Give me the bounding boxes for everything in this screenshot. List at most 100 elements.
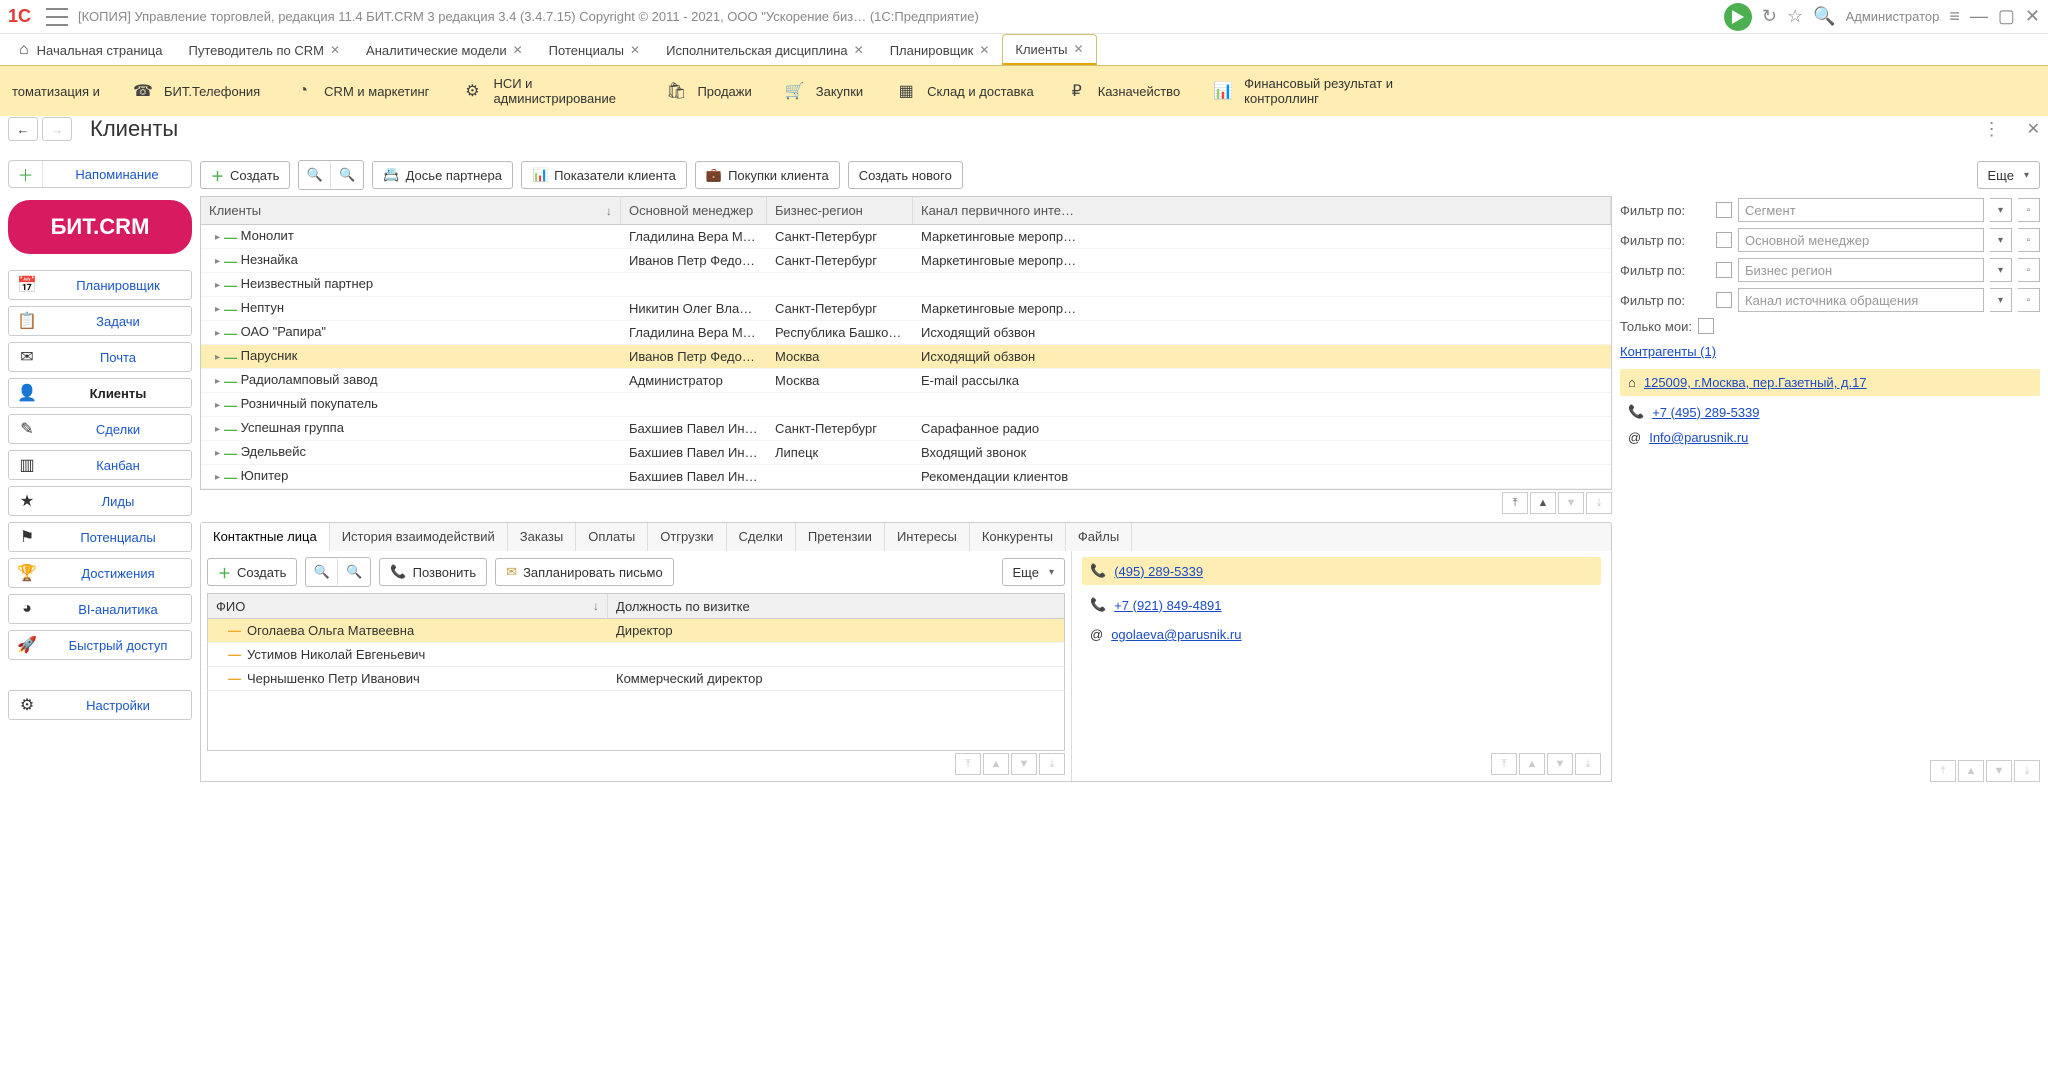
filter-region-checkbox[interactable] bbox=[1716, 262, 1732, 278]
table-row[interactable]: ▸— ОАО "Рапира"Гладилина Вера Мих…Респуб… bbox=[201, 321, 1611, 345]
plan-letter-button[interactable]: ✉Запланировать письмо bbox=[495, 558, 674, 586]
sidebar-item-quick-access[interactable]: 🚀Быстрый доступ bbox=[8, 630, 192, 660]
email-link[interactable]: ogolaeva@parusnik.ru bbox=[1111, 627, 1241, 642]
detail-tab[interactable]: Претензии bbox=[796, 523, 885, 551]
dropdown-icon[interactable]: ▾ bbox=[1990, 228, 2012, 252]
sidebar-item-leads[interactable]: ★Лиды bbox=[8, 486, 192, 516]
phone-link[interactable]: (495) 289-5339 bbox=[1114, 564, 1203, 579]
history-icon[interactable]: ↻ bbox=[1762, 6, 1777, 27]
sidebar-item-kanban[interactable]: ▥Канбан bbox=[8, 450, 192, 480]
contact-row[interactable]: — Чернышенко Петр ИвановичКоммерческий д… bbox=[207, 667, 1065, 691]
col-fio[interactable]: ФИО↓ bbox=[208, 594, 608, 618]
section-finresult[interactable]: 📊Финансовый результат и контроллинг bbox=[1212, 76, 1424, 106]
table-row[interactable]: ▸— ЮпитерБахшиев Павел Инн…Рекомендации … bbox=[201, 465, 1611, 489]
open-icon[interactable]: ▫ bbox=[2018, 288, 2040, 312]
tab-crm-guide[interactable]: Путеводитель по CRM ✕ bbox=[175, 34, 353, 65]
scroll-bottom-icon[interactable]: ⤓ bbox=[1575, 753, 1601, 775]
nav-back-button[interactable]: ← bbox=[8, 117, 38, 141]
section-automation[interactable]: томатизация и bbox=[12, 84, 100, 99]
detail-tab[interactable]: Заказы bbox=[508, 523, 576, 551]
scroll-down-icon[interactable]: ▼ bbox=[1011, 753, 1037, 775]
close-icon[interactable]: ✕ bbox=[1074, 42, 1084, 56]
filter-manager-checkbox[interactable] bbox=[1716, 232, 1732, 248]
tab-discipline[interactable]: Исполнительская дисциплина ✕ bbox=[653, 34, 877, 65]
detail-tab[interactable]: Отгрузки bbox=[648, 523, 726, 551]
close-icon[interactable]: ✕ bbox=[330, 43, 340, 57]
dropdown-icon[interactable]: ▾ bbox=[1990, 258, 2012, 282]
table-row[interactable]: ▸— НезнайкаИванов Петр Федор…Санкт-Петер… bbox=[201, 249, 1611, 273]
filter-segment-input[interactable]: Сегмент bbox=[1738, 198, 1984, 222]
create-button[interactable]: ＋Создать bbox=[200, 161, 290, 189]
only-mine-checkbox[interactable] bbox=[1698, 318, 1714, 334]
close-icon[interactable]: ✕ bbox=[854, 43, 864, 57]
scroll-top-icon[interactable]: ⤒ bbox=[1491, 753, 1517, 775]
filter-channel-checkbox[interactable] bbox=[1716, 292, 1732, 308]
contact-clear-find-button[interactable]: 🔍 bbox=[338, 558, 370, 586]
find-button[interactable]: 🔍 bbox=[299, 161, 331, 189]
open-icon[interactable]: ▫ bbox=[2018, 198, 2040, 222]
bitcrm-brand[interactable]: БИТ.CRM bbox=[8, 200, 192, 254]
scroll-top-icon[interactable]: ⤒ bbox=[1930, 760, 1956, 782]
section-sales[interactable]: 🛍Продажи bbox=[665, 80, 751, 102]
scroll-up-icon[interactable]: ▲ bbox=[983, 753, 1009, 775]
contact-find-button[interactable]: 🔍 bbox=[306, 558, 338, 586]
filter-manager-input[interactable]: Основной менеджер bbox=[1738, 228, 1984, 252]
close-window-icon[interactable]: ✕ bbox=[2025, 6, 2040, 27]
counterparties-link[interactable]: Контрагенты (1) bbox=[1620, 344, 1716, 359]
scroll-top-icon[interactable]: ⤒ bbox=[1502, 492, 1528, 514]
tab-analytic-models[interactable]: Аналитические модели ✕ bbox=[353, 34, 536, 65]
sidebar-item-settings[interactable]: ⚙Настройки bbox=[8, 690, 192, 720]
filter-segment-checkbox[interactable] bbox=[1716, 202, 1732, 218]
scroll-down-icon[interactable]: ▼ bbox=[1986, 760, 2012, 782]
section-telephony[interactable]: ☎БИТ.Телефония bbox=[132, 80, 260, 102]
reminder-button[interactable]: ＋ Напоминание bbox=[8, 160, 192, 188]
call-button[interactable]: 📞Позвонить bbox=[379, 558, 487, 586]
contact-row[interactable]: — Оголаева Ольга МатвеевнаДиректор bbox=[207, 619, 1065, 643]
detail-tab[interactable]: История взаимодействий bbox=[330, 523, 508, 551]
col-clients[interactable]: Клиенты↓ bbox=[201, 197, 621, 224]
nav-forward-button[interactable]: → bbox=[42, 117, 72, 141]
minimize-icon[interactable]: — bbox=[1970, 6, 1988, 27]
more-button[interactable]: Еще bbox=[1977, 161, 2040, 189]
sidebar-item-potentials[interactable]: ⚑Потенциалы bbox=[8, 522, 192, 552]
open-icon[interactable]: ▫ bbox=[2018, 228, 2040, 252]
section-crm-marketing[interactable]: ◔CRM и маркетинг bbox=[292, 80, 429, 102]
indicators-button[interactable]: 📊Показатели клиента bbox=[521, 161, 687, 189]
close-icon[interactable]: ✕ bbox=[630, 43, 640, 57]
tab-clients[interactable]: Клиенты ✕ bbox=[1002, 34, 1096, 65]
col-manager[interactable]: Основной менеджер bbox=[621, 197, 767, 224]
sidebar-item-mail[interactable]: ✉Почта bbox=[8, 342, 192, 372]
tab-home[interactable]: ⌂ Начальная страница bbox=[6, 34, 175, 65]
detail-tab[interactable]: Интересы bbox=[885, 523, 970, 551]
main-menu-icon[interactable] bbox=[46, 8, 68, 26]
close-icon[interactable]: ✕ bbox=[979, 43, 989, 57]
contact-row[interactable]: — Устимов Николай Евгеньевич bbox=[207, 643, 1065, 667]
col-channel[interactable]: Канал первичного инте… bbox=[913, 197, 1611, 224]
detail-tab[interactable]: Контактные лица bbox=[201, 523, 330, 552]
detail-tab[interactable]: Сделки bbox=[727, 523, 796, 551]
table-row[interactable]: ▸— МонолитГладилина Вера Мих…Санкт-Петер… bbox=[201, 225, 1611, 249]
sidebar-item-deals[interactable]: ✎Сделки bbox=[8, 414, 192, 444]
dossier-button[interactable]: 📇Досье партнера bbox=[372, 161, 513, 189]
section-warehouse[interactable]: ▦Склад и доставка bbox=[895, 80, 1034, 102]
tab-potentials[interactable]: Потенциалы ✕ bbox=[536, 34, 653, 65]
contact-create-button[interactable]: ＋Создать bbox=[207, 558, 297, 586]
phone-link[interactable]: +7 (495) 289-5339 bbox=[1652, 405, 1759, 420]
address-link[interactable]: 125009, г.Москва, пер.Газетный, д.17 bbox=[1644, 375, 1867, 390]
sidebar-item-clients[interactable]: 👤Клиенты bbox=[8, 378, 192, 408]
contacts-more-button[interactable]: Еще bbox=[1002, 558, 1065, 586]
phone-link[interactable]: +7 (921) 849-4891 bbox=[1114, 598, 1221, 613]
scroll-bottom-icon[interactable]: ⤓ bbox=[1586, 492, 1612, 514]
scroll-down-icon[interactable]: ▼ bbox=[1558, 492, 1584, 514]
table-row[interactable]: ▸— Неизвестный партнер bbox=[201, 273, 1611, 297]
section-nsi-admin[interactable]: ⚙НСИ и администрирование bbox=[461, 76, 633, 106]
favorite-icon[interactable]: ☆ bbox=[1787, 6, 1803, 27]
table-row[interactable]: ▸— Успешная группаБахшиев Павел Инн…Санк… bbox=[201, 417, 1611, 441]
table-row[interactable]: ▸— НептунНикитин Олег Влади…Санкт-Петерб… bbox=[201, 297, 1611, 321]
sidebar-item-planner[interactable]: 📅Планировщик bbox=[8, 270, 192, 300]
maximize-icon[interactable]: ▢ bbox=[1998, 6, 2015, 27]
create-new-button[interactable]: Создать нового bbox=[848, 161, 963, 189]
scroll-bottom-icon[interactable]: ⤓ bbox=[2014, 760, 2040, 782]
scroll-up-icon[interactable]: ▲ bbox=[1519, 753, 1545, 775]
detail-tab[interactable]: Файлы bbox=[1066, 523, 1132, 551]
